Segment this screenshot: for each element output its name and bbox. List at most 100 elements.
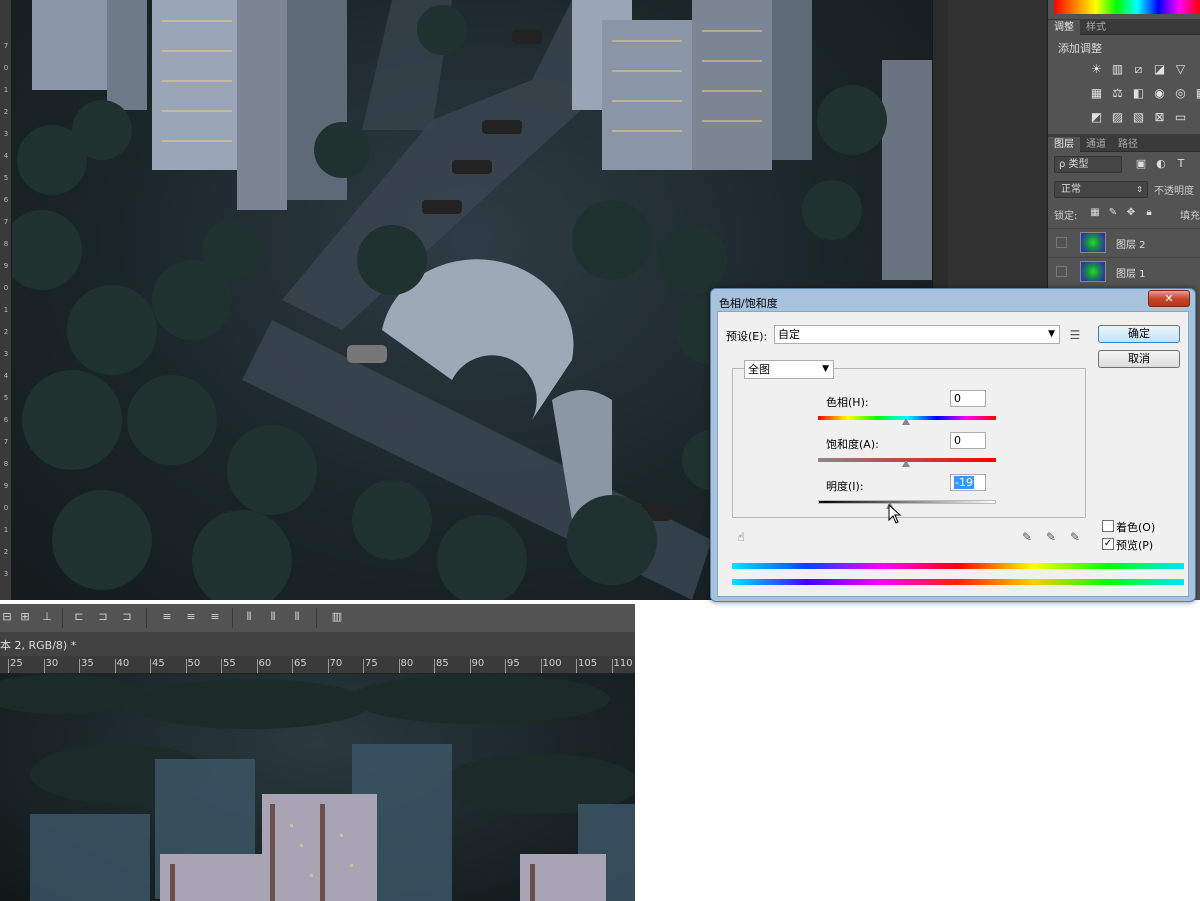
lightness-input[interactable]: -19: [950, 474, 986, 491]
ruler-tick-mark: [576, 659, 577, 673]
channel-mixer-icon[interactable]: ◎: [1172, 85, 1189, 102]
align-icon[interactable]: ⊟: [0, 610, 14, 624]
align-bottom-icon[interactable]: ⊥: [40, 610, 54, 624]
ruler-tick-label: 6: [3, 416, 9, 424]
eyedropper-subtract-icon[interactable]: ✎: [1068, 530, 1082, 544]
invert-icon[interactable]: ◩: [1088, 109, 1105, 126]
distribute-bottom-icon[interactable]: ≡: [208, 610, 222, 624]
horizontal-ruler[interactable]: 25 30 35 40 45 50 55 60 65 70 75 80 85 90 95 100 105 110: [0, 656, 635, 674]
lock-brush-icon[interactable]: ✎: [1106, 207, 1120, 221]
lock-all-icon[interactable]: 🔒︎: [1142, 207, 1156, 221]
levels-icon[interactable]: ▥: [1109, 61, 1126, 78]
layer-row[interactable]: 图层 2: [1048, 228, 1200, 256]
type-filter-icon[interactable]: T: [1174, 157, 1188, 171]
eyedropper-add-icon[interactable]: ✎: [1044, 530, 1058, 544]
toolbar-divider: [232, 608, 233, 628]
auto-align-icon[interactable]: ▥: [330, 610, 344, 624]
threshold-icon[interactable]: ▧: [1130, 109, 1147, 126]
layer-filter-select[interactable]: ρ 类型: [1054, 156, 1122, 173]
cancel-button[interactable]: 取消: [1098, 350, 1180, 368]
preset-select[interactable]: 自定 ▼: [774, 325, 1060, 344]
channel-select[interactable]: 全图 ▼: [744, 360, 834, 379]
chevron-down-icon: ▼: [1048, 329, 1055, 339]
color-lookup-icon[interactable]: ▦: [1193, 85, 1200, 102]
hue-saturation-icon[interactable]: ▦: [1088, 85, 1105, 102]
visibility-toggle[interactable]: [1056, 237, 1067, 248]
document-tab[interactable]: 本 2, RGB/8) *: [0, 632, 635, 656]
ruler-tick-label: 1: [3, 86, 9, 94]
ruler-tick-label: 2: [3, 548, 9, 556]
ruler-tick-mark: [505, 659, 506, 673]
hue-slider-thumb[interactable]: [902, 418, 910, 425]
vibrance-icon[interactable]: ▽: [1172, 61, 1189, 78]
tab-adjustments[interactable]: 调整: [1048, 20, 1080, 36]
hue-label: 色相(H):: [826, 396, 869, 409]
align-hcenter-icon[interactable]: ⊐: [96, 610, 110, 624]
black-white-icon[interactable]: ◧: [1130, 85, 1147, 102]
colorize-checkbox[interactable]: [1102, 520, 1114, 532]
ruler-tick-label: 45: [152, 658, 165, 669]
ruler-tick-label: 110: [613, 658, 633, 669]
ruler-tick-label: 50: [187, 658, 201, 669]
blend-mode-select[interactable]: 正常 ⇕: [1054, 181, 1148, 198]
distribute-vcenter-icon[interactable]: ≡: [184, 610, 198, 624]
color-balance-icon[interactable]: ⚖: [1109, 85, 1126, 102]
layer-thumbnail: [1080, 232, 1106, 253]
hand-adjust-icon[interactable]: ☝: [734, 530, 748, 544]
ruler-tick-mark: [540, 659, 542, 673]
dialog-title: 色相/饱和度: [719, 297, 778, 310]
visibility-toggle[interactable]: [1056, 266, 1067, 277]
lock-label: 锁定:: [1054, 211, 1078, 222]
layer-row[interactable]: 图层 1: [1048, 257, 1200, 285]
preset-options-icon[interactable]: ☰: [1068, 328, 1082, 342]
preview-checkbox[interactable]: ✓: [1102, 538, 1114, 550]
ruler-tick-mark: [363, 659, 364, 673]
adjustment-group: [732, 368, 1086, 518]
vertical-ruler[interactable]: 7 0 1 2 3 4 5 6 7 8 9 0 1 2 3 4 5 6 7 8 9 0 1 2 3: [0, 0, 12, 600]
ruler-tick-mark: [43, 659, 45, 673]
mouse-cursor-icon: [888, 504, 902, 524]
tab-paths[interactable]: 路径: [1112, 137, 1144, 153]
brightness-icon[interactable]: ☀: [1088, 61, 1105, 78]
lock-move-icon[interactable]: ✥: [1124, 207, 1138, 221]
saturation-input[interactable]: 0: [950, 432, 986, 449]
ruler-tick-label: 2: [3, 108, 9, 116]
gradient-map-icon[interactable]: ▭: [1172, 109, 1189, 126]
tab-channels[interactable]: 通道: [1080, 137, 1112, 153]
distribute-right-icon[interactable]: ⦀: [290, 610, 304, 624]
distribute-top-icon[interactable]: ≡: [160, 610, 174, 624]
image-filter-icon[interactable]: ▣: [1134, 157, 1148, 171]
posterize-icon[interactable]: ▨: [1109, 109, 1126, 126]
layer-thumbnail: [1080, 261, 1106, 282]
adjustment-filter-icon[interactable]: ◐: [1154, 157, 1168, 171]
color-swatch-gradient[interactable]: [1054, 0, 1200, 14]
ruler-tick-mark: [398, 659, 400, 673]
exposure-icon[interactable]: ◪: [1151, 61, 1168, 78]
ruler-tick-label: 90: [471, 658, 485, 669]
architectural-render-bottom: [0, 674, 635, 901]
photo-filter-icon[interactable]: ◉: [1151, 85, 1168, 102]
lightness-slider-track[interactable]: [818, 500, 996, 504]
curves-icon[interactable]: ⧄: [1130, 61, 1147, 78]
align-left-icon[interactable]: ⊏: [72, 610, 86, 624]
ok-button[interactable]: 确定: [1098, 325, 1180, 343]
ruler-tick-label: 7: [3, 218, 9, 226]
align-right-icon[interactable]: ⊐: [120, 610, 134, 624]
lightness-label: 明度(I):: [826, 480, 864, 493]
eyedropper-icon[interactable]: ✎: [1020, 530, 1034, 544]
saturation-slider-thumb[interactable]: [902, 460, 910, 467]
hue-saturation-dialog: 色相/饱和度 ✕ 预设(E): 自定 ▼ ☰ 确定 取消 全图 ▼ 色相(H):…: [710, 288, 1196, 602]
ruler-tick-label: 3: [3, 350, 9, 358]
ruler-tick-label: 7: [3, 42, 9, 50]
hue-input[interactable]: 0: [950, 390, 986, 407]
distribute-hcenter-icon[interactable]: ⦀: [266, 610, 280, 624]
lock-transparent-icon[interactable]: ▦: [1088, 207, 1102, 221]
close-button[interactable]: ✕: [1148, 290, 1190, 307]
tab-layers[interactable]: 图层: [1048, 137, 1080, 153]
distribute-left-icon[interactable]: ⦀: [242, 610, 256, 624]
tab-styles[interactable]: 样式: [1080, 20, 1112, 36]
adjustments-tabs: 调整 样式: [1048, 19, 1200, 36]
selective-color-icon[interactable]: ⊠: [1151, 109, 1168, 126]
toolbar-divider: [146, 608, 147, 628]
align-vcenter-icon[interactable]: ⊞: [18, 610, 32, 624]
